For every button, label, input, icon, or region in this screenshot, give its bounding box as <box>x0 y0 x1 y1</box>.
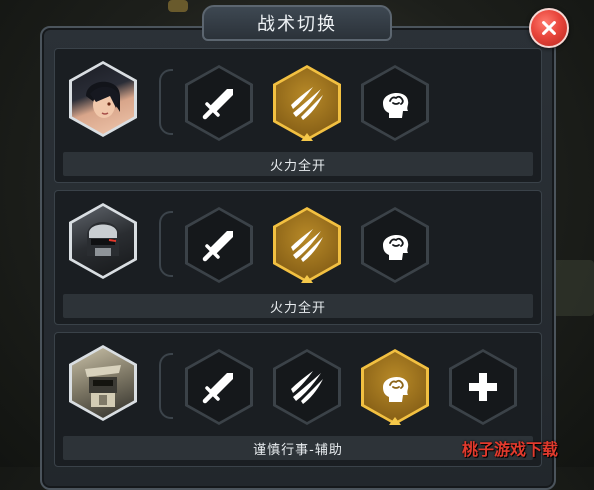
watermark-text: 桃子游戏下载 <box>462 440 559 459</box>
skill-slot-claw[interactable] <box>273 207 341 283</box>
skill-slot-sword[interactable] <box>185 207 253 283</box>
skill-slot-plus[interactable] <box>449 349 517 425</box>
brain-head-icon <box>383 376 409 402</box>
skill-slot-brain[interactable] <box>361 349 429 425</box>
background-glint <box>168 0 188 12</box>
skill-group-bracket <box>159 353 173 419</box>
claw-slash-icon <box>291 229 323 262</box>
skill-group-bracket <box>159 69 173 135</box>
character-portrait[interactable] <box>69 345 137 421</box>
skill-slot-claw[interactable] <box>273 65 341 141</box>
tactic-label: 火力全开 <box>63 152 533 176</box>
robot-head-portrait <box>87 222 119 256</box>
panel-title: 战术切换 <box>202 5 392 41</box>
mech-portrait <box>85 365 121 407</box>
active-marker <box>389 417 401 425</box>
female-agent-portrait <box>86 81 120 118</box>
character-portrait[interactable] <box>69 203 137 279</box>
sword-icon <box>202 373 233 404</box>
sword-icon <box>202 231 233 262</box>
sword-icon <box>202 89 233 120</box>
close-x-icon <box>542 21 556 35</box>
close-button[interactable] <box>529 8 569 48</box>
brain-head-icon <box>383 92 409 118</box>
skill-group-bracket <box>159 211 173 277</box>
plus-icon <box>469 373 497 401</box>
character-portrait[interactable] <box>69 61 137 137</box>
skill-slot-sword[interactable] <box>185 65 253 141</box>
active-marker <box>301 133 313 141</box>
skill-slot-brain[interactable] <box>361 65 429 141</box>
active-marker <box>301 275 313 283</box>
brain-head-icon <box>383 234 409 260</box>
skill-slot-sword[interactable] <box>185 349 253 425</box>
claw-slash-icon <box>291 87 323 120</box>
tactic-row: 火力全开 <box>54 190 542 325</box>
tactic-label: 火力全开 <box>63 294 533 318</box>
skill-slot-claw[interactable] <box>273 349 341 425</box>
claw-slash-icon <box>291 371 323 404</box>
tactic-row: 火力全开 <box>54 48 542 183</box>
skill-slot-brain[interactable] <box>361 207 429 283</box>
